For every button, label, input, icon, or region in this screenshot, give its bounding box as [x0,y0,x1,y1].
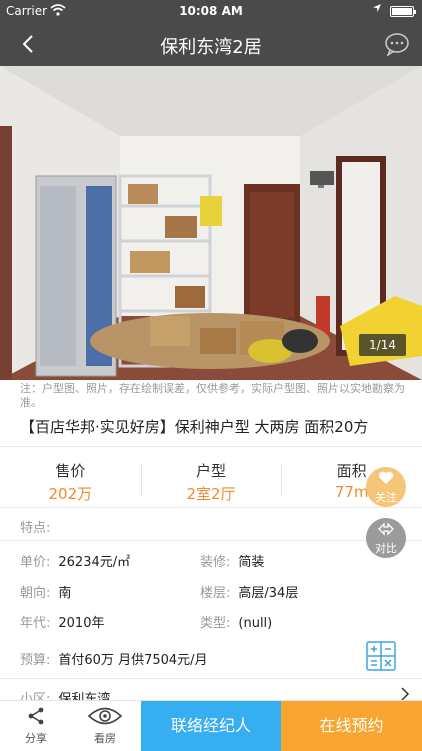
battery-icon [390,6,416,17]
eye-icon [87,707,123,725]
year-label: 年代: [20,616,51,631]
stat-label: 售价 [55,462,86,480]
share-button[interactable]: 分享 [14,705,58,746]
stat-layout: 户型 2室2厅 [140,455,282,505]
unit-price-value: 26234元/㎡ [58,555,131,570]
decoration-label: 装修: [200,555,231,570]
orientation-label: 朝向: [20,586,51,601]
divider [0,678,422,679]
compare-button[interactable]: 对比 [366,518,406,558]
view-label: 看房 [94,732,116,745]
info-row: 单价: 26234元/㎡ 装修: 简装 [20,551,410,570]
stat-value: 2室2厅 [186,485,236,503]
compare-icon [366,522,406,539]
clock: 10:08 AM [179,4,243,18]
photo-disclaimer: 注：户型图、照片，存在绘制误差，仅供参考，实际户型图、照片以实地勘察为准。 [20,382,405,409]
budget-value: 首付60万 月供7504元/月 [58,653,208,668]
contact-agent-button[interactable]: 联络经纪人 [141,701,281,751]
photo-counter: 1/14 [359,334,406,356]
listing-photo-gallery[interactable]: 1/14 [0,66,422,380]
key-stats: 售价 202万 户型 2室2厅 面积 77m [0,455,422,505]
info-row: 年代: 2010年 类型: (null) [20,612,410,631]
listing-title: 【百店华邦·实见好房】保利神户型 大两房 面积20方 [20,418,369,436]
online-appointment-button[interactable]: 在线预约 [281,701,422,751]
calculator-icon[interactable] [366,641,396,671]
budget-label: 预算: [20,653,51,668]
unit-price-label: 单价: [20,555,51,570]
follow-label: 关注 [375,491,397,504]
year-value: 2010年 [58,616,105,631]
budget-row: 预算: 首付60万 月供7504元/月 [20,649,410,668]
nav-bar: 保利东湾2居 [0,22,422,66]
floor-label: 楼层: [200,586,231,601]
share-label: 分享 [25,732,47,745]
status-bar: Carrier 10:08 AM [0,0,422,22]
type-label: 类型: [200,616,231,631]
stat-value: 202万 [48,485,93,503]
features-label: 特点: [20,521,51,536]
view-house-button[interactable]: 看房 [80,705,130,746]
bottom-action-bar: 分享 看房 联络经纪人 在线预约 [0,700,422,751]
compare-label: 对比 [375,542,397,555]
stat-price: 售价 202万 [0,455,141,505]
room-photo [0,66,422,380]
heart-icon [366,471,406,488]
location-arrow-icon [372,3,382,16]
stat-label: 户型 [196,462,227,480]
divider [0,446,422,447]
divider [0,507,422,508]
type-value: (null) [238,616,273,631]
chat-bubble-icon[interactable] [384,32,410,57]
decoration-value: 简装 [238,555,265,570]
share-icon [28,707,44,725]
follow-button[interactable]: 关注 [366,467,406,507]
floor-value: 高层/34层 [238,586,299,601]
divider [0,540,422,541]
info-row: 朝向: 南 楼层: 高层/34层 [20,582,410,601]
page-title: 保利东湾2居 [160,37,262,58]
orientation-value: 南 [58,586,72,601]
